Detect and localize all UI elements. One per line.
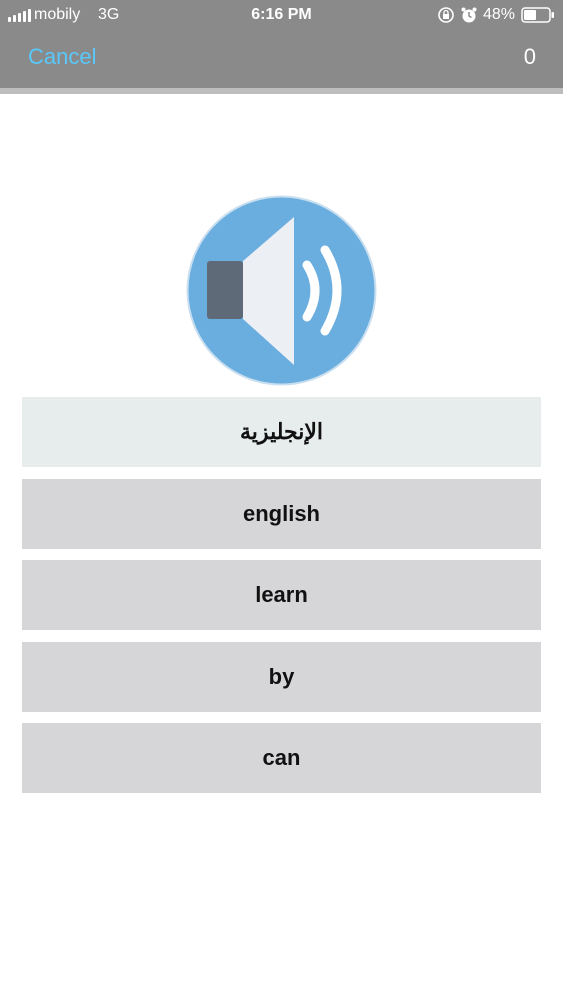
cancel-button[interactable]: Cancel xyxy=(28,44,96,70)
status-bar: mobily 3G 6:16 PM 48% xyxy=(0,0,563,30)
answer-option-learn[interactable]: learn xyxy=(22,560,541,630)
speaker-icon[interactable] xyxy=(186,195,377,386)
answer-option-by[interactable]: by xyxy=(22,642,541,712)
alarm-icon xyxy=(461,7,477,23)
status-time: 6:16 PM xyxy=(251,6,312,23)
battery-icon xyxy=(521,7,554,23)
battery-percent: 48% xyxy=(483,6,516,23)
answer-option-can[interactable]: can xyxy=(22,723,541,793)
answer-option-english[interactable]: english xyxy=(22,479,541,549)
score-counter: 0 xyxy=(523,44,536,69)
question-word: الإنجليزية xyxy=(22,397,541,467)
orientation-lock-icon xyxy=(438,7,454,23)
top-bar-divider xyxy=(0,88,563,94)
